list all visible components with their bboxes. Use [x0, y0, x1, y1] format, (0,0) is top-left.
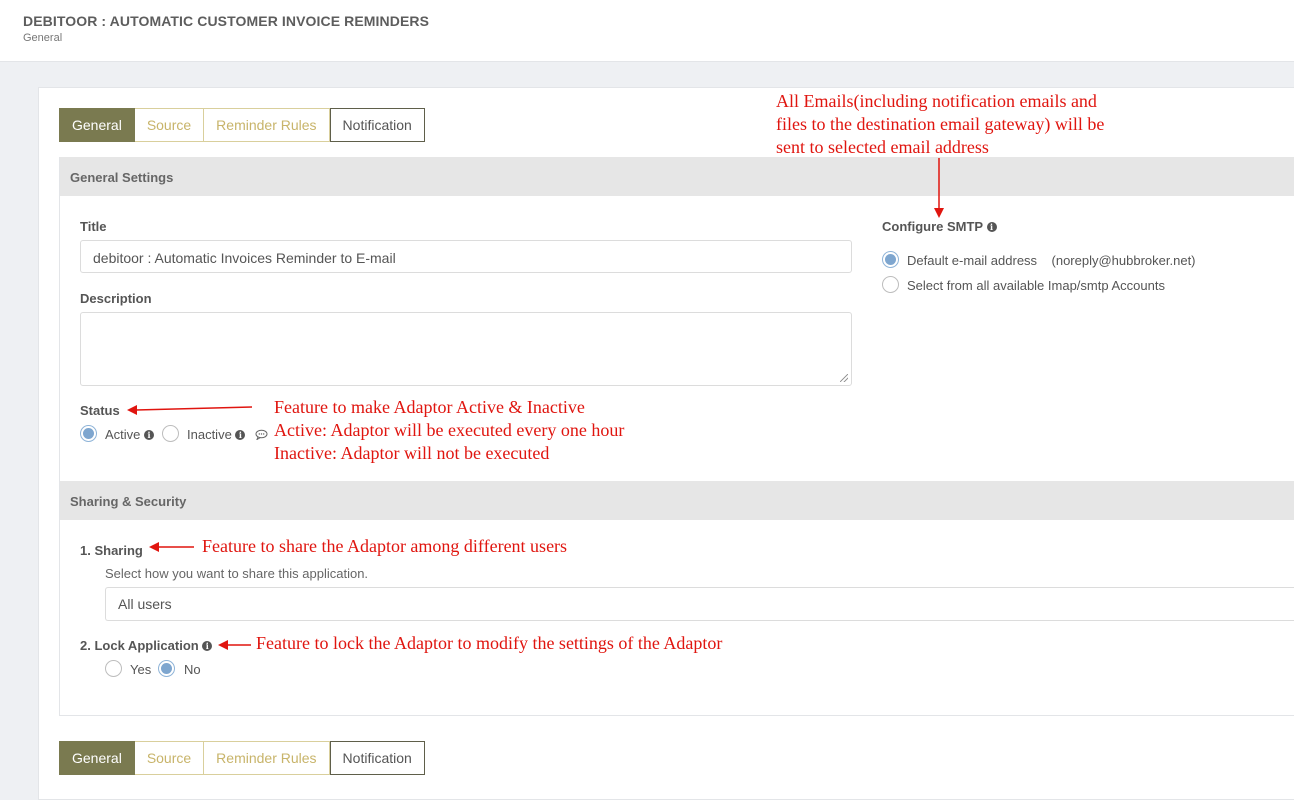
page-header: DEBITOOR : AUTOMATIC CUSTOMER INVOICE RE… [0, 0, 1294, 62]
smtp-annotation-line: All Emails(including notification emails… [776, 91, 1097, 111]
lock-application-text: 2. Lock Application [80, 638, 199, 653]
sharing-help-text: Select how you want to share this applic… [105, 566, 369, 581]
lock-yes-label[interactable]: Yes [130, 662, 151, 677]
smtp-label: Configure SMTP i [882, 219, 997, 234]
comment-icon[interactable] [255, 429, 268, 440]
general-settings-title: General Settings [70, 170, 174, 185]
status-active-radio[interactable] [80, 425, 97, 442]
status-inactive-text: Inactive [187, 427, 232, 442]
status-annotation-line: Inactive: Adaptor will not be executed [274, 443, 550, 463]
resize-handle-icon[interactable] [840, 374, 848, 382]
sharing-annotation: Feature to share the Adaptor among diffe… [202, 536, 568, 556]
tab-reminder-rules[interactable]: Reminder Rules [204, 108, 330, 142]
status-annotation-arrow [127, 405, 253, 415]
status-label: Status [80, 403, 120, 418]
status-annotation: Feature to make Adaptor Active & Inactiv… [274, 396, 624, 465]
page-subtitle: General [23, 32, 63, 44]
sharing-security-title: Sharing & Security [70, 494, 187, 509]
smtp-all-label[interactable]: Select from all available Imap/smtp Acco… [907, 278, 1165, 293]
description-textarea[interactable] [80, 312, 852, 386]
tab-bar-bottom: General Source Reminder Rules Notificati… [59, 741, 425, 775]
info-icon: i [986, 222, 997, 232]
smtp-label-text: Configure SMTP [882, 219, 983, 234]
lock-no-label[interactable]: No [184, 662, 201, 677]
tab-notification[interactable]: Notification [329, 108, 425, 142]
lock-annotation: Feature to lock the Adaptor to modify th… [256, 633, 723, 653]
smtp-annotation: All Emails(including notification emails… [776, 90, 1104, 159]
status-annotation-line: Feature to make Adaptor Active & Inactiv… [274, 397, 585, 417]
title-input[interactable]: debitoor : Automatic Invoices Reminder t… [80, 240, 852, 273]
smtp-default-radio[interactable] [882, 251, 899, 268]
tab-reminder-rules[interactable]: Reminder Rules [204, 741, 330, 775]
sharing-select[interactable]: All users [105, 587, 1294, 621]
lock-yes-radio[interactable] [105, 660, 122, 677]
sharing-label: 1. Sharing [80, 543, 143, 558]
description-label: Description [80, 291, 152, 306]
sharing-annotation-arrow [149, 542, 194, 552]
general-settings-header: General Settings [60, 157, 1294, 196]
smtp-annotation-line: sent to selected email address [776, 137, 989, 157]
smtp-annotation-line: files to the destination email gateway) … [776, 114, 1105, 134]
tab-general[interactable]: General [59, 741, 135, 775]
title-input-value: debitoor : Automatic Invoices Reminder t… [93, 250, 396, 266]
smtp-default-email: (noreply@hubbroker.net) [1051, 253, 1196, 268]
smtp-default-text: Default e-mail address [907, 253, 1038, 268]
info-icon: i [144, 430, 155, 440]
tab-bar-top: General Source Reminder Rules Notificati… [59, 108, 425, 142]
smtp-all-radio[interactable] [882, 276, 899, 293]
smtp-default-label[interactable]: Default e-mail address (noreply@hubbroke… [907, 253, 1196, 268]
tab-source[interactable]: Source [134, 108, 205, 142]
tab-general[interactable]: General [59, 108, 135, 142]
info-icon: i [202, 641, 213, 651]
status-inactive-label[interactable]: Inactive i [187, 427, 246, 442]
lock-no-radio[interactable] [158, 660, 175, 677]
tab-notification[interactable]: Notification [329, 741, 425, 775]
status-inactive-radio[interactable] [162, 425, 179, 442]
smtp-annotation-arrow [934, 158, 944, 218]
tab-source[interactable]: Source [134, 741, 205, 775]
title-label: Title [80, 219, 107, 234]
status-active-label[interactable]: Active i [105, 427, 155, 442]
info-icon: i [235, 430, 246, 440]
page-title: DEBITOOR : AUTOMATIC CUSTOMER INVOICE RE… [23, 13, 430, 29]
status-active-text: Active [105, 427, 141, 442]
sharing-security-header: Sharing & Security [60, 481, 1294, 520]
lock-annotation-arrow [218, 640, 251, 650]
lock-application-label: 2. Lock Application i [80, 638, 213, 653]
status-annotation-line: Active: Adaptor will be executed every o… [274, 420, 625, 440]
sharing-select-value: All users [118, 596, 172, 612]
